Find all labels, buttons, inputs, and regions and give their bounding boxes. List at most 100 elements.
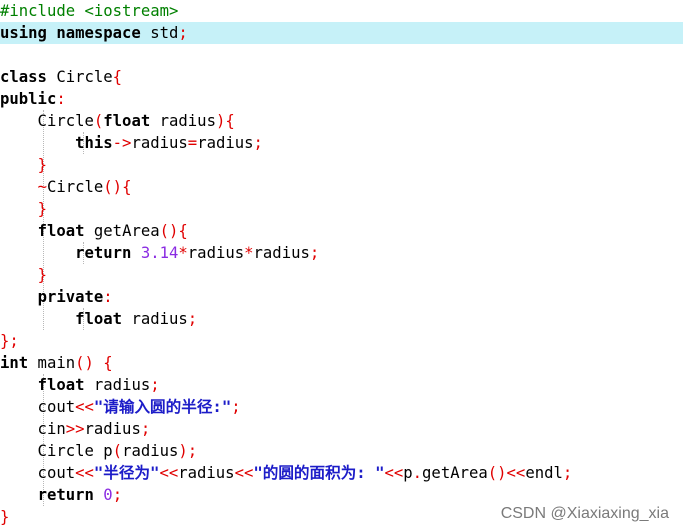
code-token: radius [150, 112, 216, 130]
code-token: << [234, 464, 254, 482]
code-line[interactable]: } [0, 154, 683, 176]
code-line[interactable]: this->radius=radius; [0, 132, 683, 154]
code-token: 0 [103, 486, 113, 504]
code-token: * [244, 244, 254, 262]
code-line[interactable]: class Circle{ [0, 66, 683, 88]
code-token: p [403, 464, 413, 482]
code-token: ); [178, 442, 198, 460]
code-line[interactable]: cout<<"请输入圆的半径:"; [0, 396, 683, 418]
code-token: } [37, 266, 47, 284]
code-token: (){ [159, 222, 188, 240]
code-token: this [75, 134, 113, 152]
code-token: return [37, 486, 94, 504]
code-token: radius [84, 376, 151, 394]
code-token: : [103, 288, 113, 306]
code-token: ; [562, 464, 573, 482]
code-line[interactable]: float radius; [0, 374, 683, 396]
code-token: } [37, 156, 47, 174]
watermark: CSDN @Xiaxiaxing_xia [500, 505, 669, 522]
code-token: (){ [103, 178, 132, 196]
code-token: Circle [0, 112, 94, 130]
code-token: float [37, 222, 85, 240]
code-line[interactable]: public: [0, 88, 683, 110]
code-token: ; [178, 24, 188, 42]
code-token: radius [197, 134, 254, 152]
code-token: } [0, 508, 10, 526]
code-token: cout [0, 398, 76, 416]
code-token: }; [0, 332, 19, 350]
code-token: "请输入圆的半径:" [93, 398, 232, 416]
code-token: radius [131, 134, 188, 152]
code-token: using namespace [0, 24, 141, 42]
code-token: ; [150, 376, 160, 394]
code-line[interactable]: }; [0, 330, 683, 352]
code-line-current[interactable]: using namespace std; [0, 22, 683, 44]
code-token: << [159, 464, 179, 482]
code-token: ; [187, 310, 198, 328]
code-token: cin [0, 420, 66, 438]
code-token: cout [0, 464, 76, 482]
code-token: class [0, 68, 47, 86]
code-editor[interactable]: #include <iostream> using namespace std; c… [0, 0, 683, 531]
code-token: float [37, 376, 85, 394]
code-line[interactable]: } [0, 264, 683, 286]
code-token: ; [309, 244, 320, 262]
code-token: float [75, 310, 123, 328]
code-token: Circle p [0, 442, 113, 460]
code-token: >> [65, 420, 85, 438]
code-token: () { [75, 354, 113, 372]
code-token: public [0, 90, 57, 108]
code-token: ; [253, 134, 263, 152]
code-token: private [37, 288, 104, 306]
code-token: << [384, 464, 404, 482]
code-line[interactable]: cout<<"半径为"<<radius<<"的圆的面积为: "<<p.getAr… [0, 462, 683, 484]
code-line[interactable]: float radius; [0, 308, 683, 330]
code-token: ~ [37, 178, 47, 196]
code-token: "的圆的面积为: " [253, 464, 385, 482]
code-token: #include <iostream> [0, 2, 179, 20]
code-token: "半径为" [93, 464, 160, 482]
code-line[interactable]: Circle(float radius){ [0, 110, 683, 132]
code-token: std [140, 24, 179, 42]
code-token: float [103, 112, 151, 130]
code-line[interactable] [0, 44, 683, 66]
code-line[interactable]: return 0; [0, 484, 683, 506]
code-token: << [75, 398, 94, 416]
code-token: { [112, 68, 123, 86]
code-token: * [178, 244, 188, 262]
code-token: = [187, 134, 198, 152]
code-token: radius [187, 244, 245, 262]
code-token: radius [253, 244, 310, 262]
code-line[interactable]: int main() { [0, 352, 683, 374]
code-token: ; [231, 398, 241, 416]
code-token: radius [178, 464, 235, 482]
code-line[interactable]: ~Circle(){ [0, 176, 683, 198]
code-token: radius [84, 420, 141, 438]
code-token: } [37, 200, 47, 218]
code-token: getArea [422, 464, 488, 482]
code-token: main [28, 354, 76, 372]
code-token: << [75, 464, 94, 482]
code-line[interactable]: #include <iostream> [0, 0, 683, 22]
code-line[interactable]: cin>>radius; [0, 418, 683, 440]
code-token: ){ [215, 112, 235, 130]
code-token: -> [112, 134, 132, 152]
code-line[interactable]: } [0, 198, 683, 220]
code-line[interactable]: return 3.14*radius*radius; [0, 242, 683, 264]
code-line[interactable]: private: [0, 286, 683, 308]
code-token: . [412, 464, 423, 482]
code-line[interactable]: Circle p(radius); [0, 440, 683, 462]
code-token: Circle [46, 68, 113, 86]
code-line[interactable]: float getArea(){ [0, 220, 683, 242]
